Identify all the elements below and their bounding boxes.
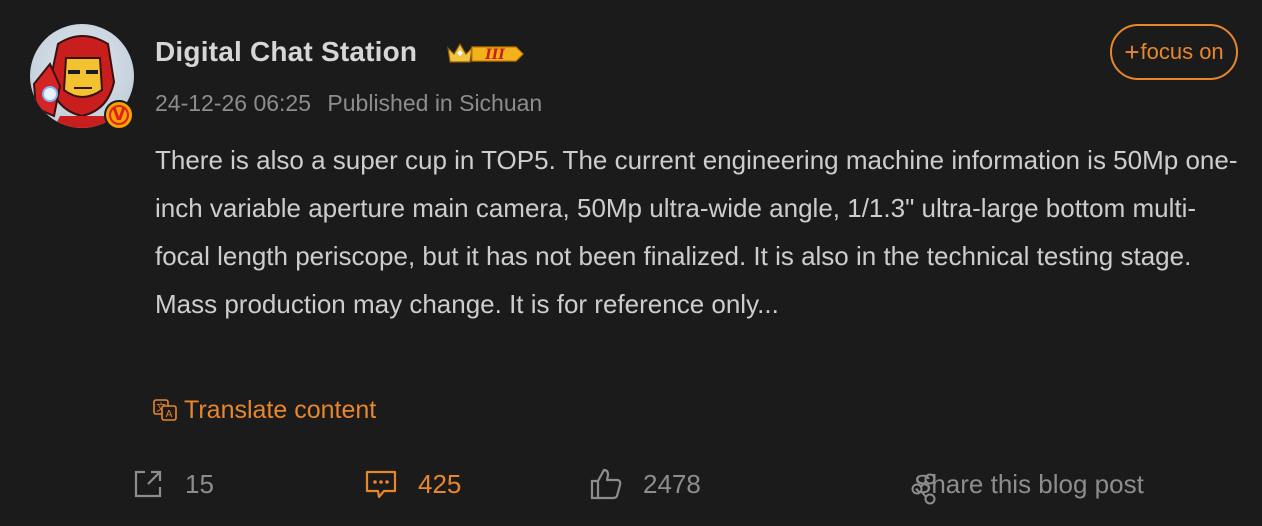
post-card: V Digital Chat Station III 24-12-26 06:2… — [0, 0, 1262, 526]
comment-count: 425 — [418, 468, 462, 499]
post-body: There is also a super cup in TOP5. The c… — [155, 145, 1238, 319]
share-icon — [911, 473, 936, 504]
comment-button[interactable]: 425 — [364, 462, 461, 506]
share-button[interactable]: Share this blog post — [911, 462, 1144, 506]
post-location: Published in Sichuan — [327, 90, 543, 116]
plus-icon: + — [1124, 37, 1140, 67]
post-meta: 24-12-26 06:25 Published in Sichuan — [155, 90, 542, 117]
translate-label: Translate content — [184, 395, 377, 424]
level-badge-text: III — [484, 47, 505, 63]
repost-count: 15 — [185, 468, 214, 499]
svg-text:A: A — [166, 409, 173, 420]
repost-icon — [134, 470, 162, 498]
like-count: 2478 — [643, 468, 701, 499]
thumbs-up-icon — [590, 468, 622, 500]
like-button[interactable]: 2478 — [589, 462, 701, 506]
follow-button[interactable]: + focus on — [1110, 24, 1238, 80]
crown-icon[interactable]: III — [446, 40, 526, 68]
verified-badge-icon: V — [104, 100, 134, 130]
action-bar: 15 425 2478 Share this blog post — [0, 462, 1262, 506]
share-label: Share this blog post — [914, 468, 1144, 499]
author-name[interactable]: Digital Chat Station — [155, 36, 417, 68]
follow-label: focus on — [1140, 39, 1224, 64]
translate-link[interactable]: 文 A Translate content — [152, 394, 376, 426]
comment-icon — [365, 470, 397, 499]
translate-icon: 文 A — [153, 399, 177, 421]
post-timestamp: 24-12-26 06:25 — [155, 90, 312, 116]
repost-button[interactable]: 15 — [131, 462, 214, 506]
